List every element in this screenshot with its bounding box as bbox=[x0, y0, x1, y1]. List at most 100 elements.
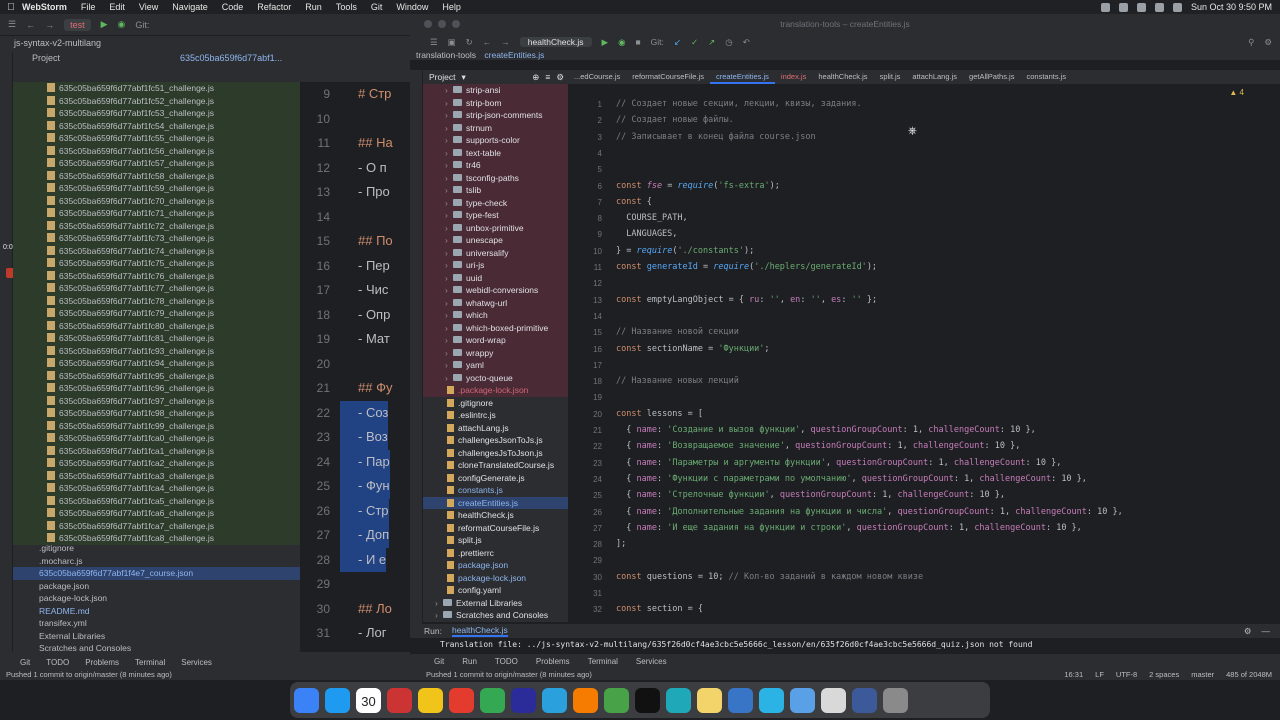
back-markdown-editor[interactable]: 9 # Стр 10 11 ## На 12 - О п 13 - Про 14 15 ## По 16… bbox=[300, 82, 410, 652]
tree-item[interactable]: package.json bbox=[423, 559, 568, 572]
git-commit-icon[interactable]: ✓ bbox=[691, 37, 698, 48]
tree-item[interactable]: cloneTranslatedCourse.js bbox=[423, 459, 568, 472]
chevron-right-icon[interactable]: › bbox=[445, 147, 453, 160]
dock-app-icon[interactable] bbox=[387, 687, 412, 713]
minimize-icon[interactable]: — bbox=[1262, 626, 1280, 636]
tree-item[interactable]: 635c05ba659f6d77abf1fc75_challenge.js bbox=[13, 257, 300, 270]
tool-tab[interactable]: TODO bbox=[495, 657, 518, 666]
tree-item[interactable]: .gitignore bbox=[13, 542, 300, 555]
editor-tab[interactable]: ...edCourse.js bbox=[568, 70, 626, 84]
tree-item[interactable]: 635c05ba659f6d77abf1fc58_challenge.js bbox=[13, 169, 300, 182]
chevron-right-icon[interactable]: › bbox=[445, 247, 453, 260]
chevron-right-icon[interactable]: › bbox=[445, 309, 453, 322]
tree-item[interactable]: package-lock.json bbox=[423, 572, 568, 585]
tree-item[interactable]: 635c05ba659f6d77abf1fca4_challenge.js bbox=[13, 482, 300, 495]
debug-icon[interactable]: ◉ bbox=[118, 19, 126, 30]
status-widget[interactable]: 16:31 bbox=[1064, 670, 1083, 679]
chevron-right-icon[interactable]: › bbox=[445, 159, 453, 172]
git-push-icon[interactable]: ↗ bbox=[708, 37, 715, 48]
tree-item[interactable]: 635c05ba659f6d77abf1f4e7_course.json bbox=[13, 567, 300, 580]
tree-item[interactable]: › yaml bbox=[423, 359, 568, 372]
dock-app-icon[interactable] bbox=[852, 687, 877, 713]
tree-item[interactable]: › unbox-primitive bbox=[423, 221, 568, 235]
run-icon[interactable]: ▶ bbox=[101, 19, 108, 30]
dock-app-icon[interactable] bbox=[294, 687, 319, 713]
dock-app-icon[interactable] bbox=[635, 687, 660, 713]
chevron-right-icon[interactable]: › bbox=[445, 334, 453, 347]
code-editor[interactable]: ▲ 4 // Создает новые секции, лекции, кви… bbox=[608, 84, 1258, 622]
calendar-icon[interactable]: 30 bbox=[356, 687, 381, 713]
tree-item[interactable]: › strnum bbox=[423, 121, 568, 134]
tree-item[interactable]: healthCheck.js bbox=[423, 509, 568, 522]
status-widget[interactable]: 2 spaces bbox=[1149, 670, 1179, 679]
tree-item[interactable]: › type-fest bbox=[423, 209, 568, 222]
tree-item[interactable]: 635c05ba659f6d77abf1fca1_challenge.js bbox=[13, 444, 300, 457]
tree-item[interactable]: transifex.yml bbox=[13, 617, 300, 630]
history-icon[interactable]: ◷ bbox=[725, 37, 732, 48]
tree-item[interactable]: package-lock.json bbox=[13, 592, 300, 605]
tree-item[interactable]: 635c05ba659f6d77abf1fc74_challenge.js bbox=[13, 244, 300, 257]
tool-tab[interactable]: Services bbox=[181, 658, 212, 667]
chevron-right-icon[interactable]: › bbox=[445, 197, 453, 210]
tool-tab[interactable]: Terminal bbox=[135, 658, 165, 667]
menu-item[interactable]: Help bbox=[442, 2, 461, 12]
run-config-select[interactable]: test bbox=[64, 18, 91, 31]
forward-arrow-icon[interactable]: → bbox=[501, 37, 510, 47]
tree-item[interactable]: › uuid bbox=[423, 271, 568, 285]
tree-item[interactable]: split.js bbox=[423, 534, 568, 547]
dock-app-icon[interactable] bbox=[697, 687, 722, 713]
search-icon[interactable] bbox=[1172, 2, 1182, 12]
tree-item[interactable]: › whatwg-url bbox=[423, 296, 568, 309]
tree-item[interactable]: 635c05ba659f6d77abf1fc70_challenge.js bbox=[13, 194, 300, 207]
tree-item[interactable]: 635c05ba659f6d77abf1fca5_challenge.js bbox=[13, 494, 300, 507]
chevron-right-icon[interactable]: › bbox=[445, 272, 453, 285]
tree-item[interactable]: 635c05ba659f6d77abf1fc51_challenge.js bbox=[13, 82, 300, 95]
run-config-select[interactable]: healthCheck.js bbox=[519, 37, 592, 47]
tree-item[interactable]: reformatCourseFile.js bbox=[423, 522, 568, 535]
chevron-right-icon[interactable]: › bbox=[435, 597, 443, 610]
tree-item[interactable]: 635c05ba659f6d77abf1fc77_challenge.js bbox=[13, 282, 300, 295]
menu-item[interactable]: Edit bbox=[109, 2, 125, 12]
tree-item[interactable]: challengesJsonToJs.js bbox=[423, 434, 568, 447]
status-widget[interactable]: 485 of 2048M bbox=[1226, 670, 1272, 679]
dock-app-icon[interactable] bbox=[790, 687, 815, 713]
back-arrow-icon[interactable]: ← bbox=[483, 37, 492, 47]
search-everywhere-icon[interactable]: ⚲ bbox=[1248, 37, 1254, 48]
tree-item[interactable]: constants.js bbox=[423, 484, 568, 497]
breadcrumb-file[interactable]: createEntities.js bbox=[484, 50, 544, 60]
breadcrumb-project[interactable]: translation-tools bbox=[416, 50, 476, 60]
debug-icon[interactable]: ◉ bbox=[618, 37, 625, 48]
tree-item[interactable]: 635c05ba659f6d77abf1fc99_challenge.js bbox=[13, 419, 300, 432]
dock-app-icon[interactable] bbox=[604, 687, 629, 713]
tree-item[interactable]: 635c05ba659f6d77abf1fc97_challenge.js bbox=[13, 394, 300, 407]
chevron-right-icon[interactable]: › bbox=[445, 359, 453, 372]
editor-tab[interactable]: getAllPaths.js bbox=[963, 70, 1020, 84]
chevron-right-icon[interactable]: › bbox=[445, 222, 453, 235]
tree-item[interactable]: › uri-js bbox=[423, 259, 568, 272]
dock-app-icon[interactable] bbox=[666, 687, 691, 713]
tree-item[interactable]: › type-check bbox=[423, 196, 568, 210]
dock-app-icon[interactable] bbox=[759, 687, 784, 713]
tool-tab[interactable]: Problems bbox=[85, 658, 119, 667]
tree-item[interactable]: › wrappy bbox=[423, 346, 568, 359]
tree-item[interactable]: › Scratches and Consoles bbox=[423, 609, 568, 622]
chevron-right-icon[interactable]: › bbox=[445, 372, 453, 385]
dock-app-icon[interactable] bbox=[883, 687, 908, 713]
editor-tab[interactable]: attachLang.js bbox=[906, 70, 963, 84]
dock-app-icon[interactable] bbox=[821, 687, 846, 713]
tree-item[interactable]: 635c05ba659f6d77abf1fc59_challenge.js bbox=[13, 182, 300, 195]
chevron-right-icon[interactable]: › bbox=[445, 284, 453, 297]
expand-icon[interactable]: ⊕ bbox=[532, 72, 539, 83]
editor-tab[interactable]: split.js bbox=[874, 70, 907, 84]
tree-item[interactable]: 635c05ba659f6d77abf1fca6_challenge.js bbox=[13, 507, 300, 520]
chevron-right-icon[interactable]: › bbox=[435, 609, 443, 622]
tree-item[interactable]: 635c05ba659f6d77abf1fc54_challenge.js bbox=[13, 119, 300, 132]
menu-icon[interactable]: ☰ bbox=[8, 19, 16, 30]
tool-tab[interactable]: Problems bbox=[536, 657, 570, 666]
apple-icon[interactable]:  bbox=[0, 2, 22, 13]
tree-item[interactable]: › which bbox=[423, 309, 568, 322]
status-icon[interactable] bbox=[1118, 2, 1128, 12]
tree-item[interactable]: › webidl-conversions bbox=[423, 284, 568, 297]
tree-item[interactable]: 635c05ba659f6d77abf1fc93_challenge.js bbox=[13, 344, 300, 357]
traffic-lights[interactable] bbox=[424, 20, 460, 28]
